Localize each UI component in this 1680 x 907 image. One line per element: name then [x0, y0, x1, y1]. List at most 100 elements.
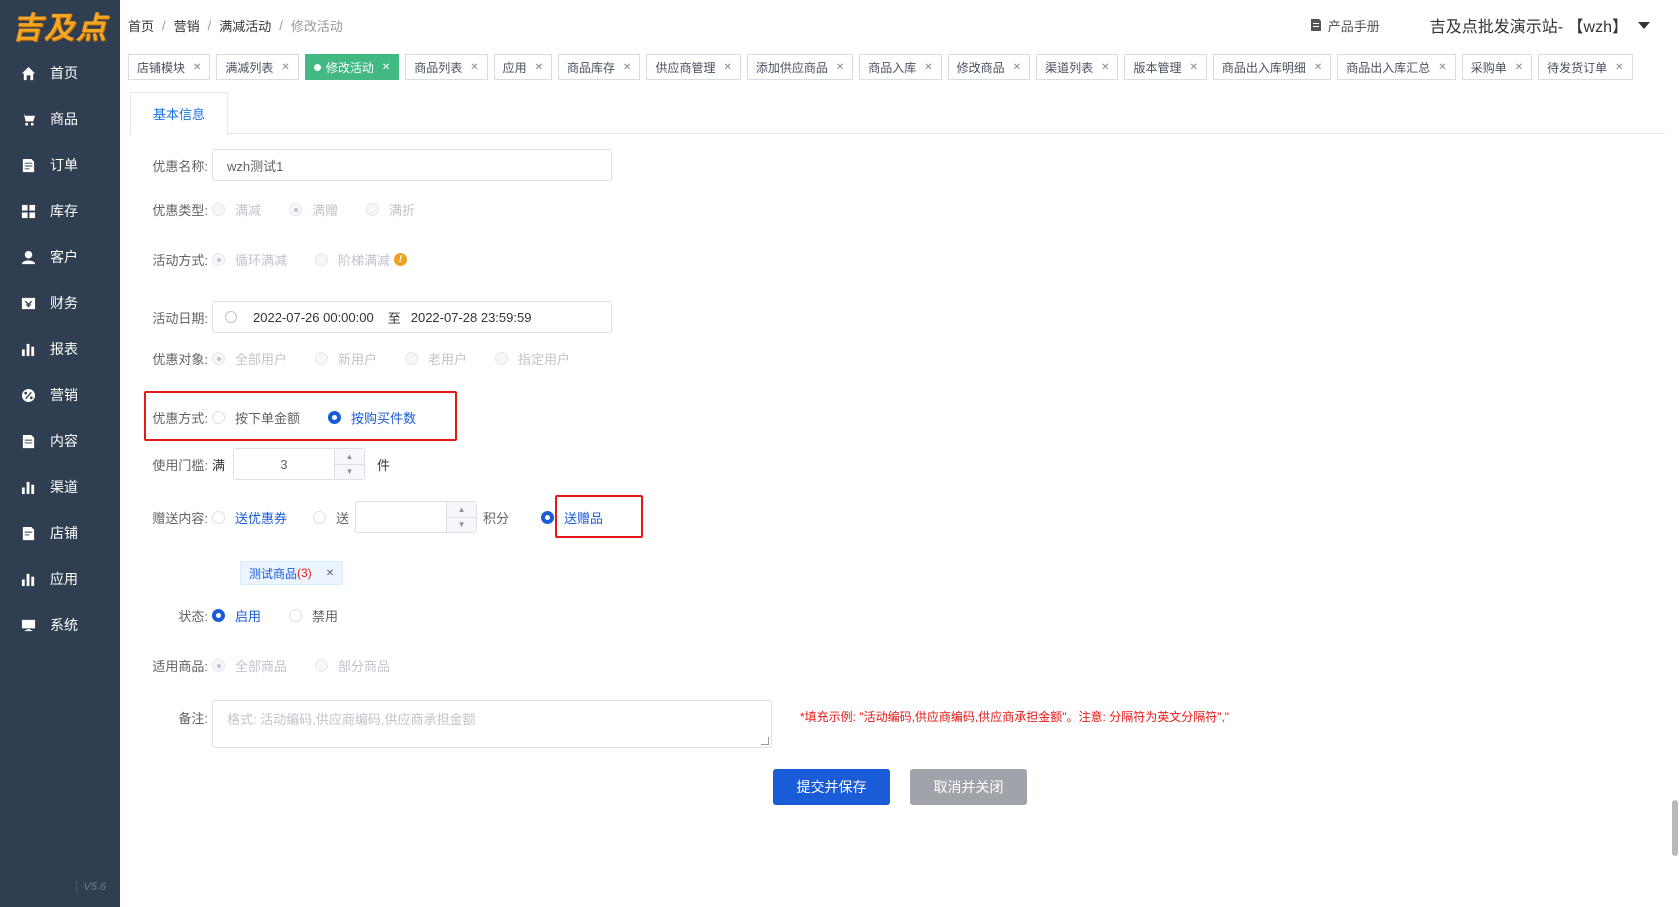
- breadcrumb-home[interactable]: 首页: [128, 16, 154, 35]
- radio-target-new[interactable]: 新用户: [315, 349, 377, 368]
- sidebar-item-system[interactable]: 系统: [0, 602, 120, 648]
- sidebar-item-orders[interactable]: 订单: [0, 142, 120, 188]
- stepper-up-icon[interactable]: ▲: [447, 502, 477, 518]
- tab-apps[interactable]: 应用 ✕: [493, 54, 553, 80]
- version-label: V5.6: [76, 881, 106, 893]
- tab-promotion-list[interactable]: 满减列表 ✕: [216, 54, 299, 80]
- close-icon[interactable]: ✕: [1515, 62, 1523, 73]
- gift-goods-tag[interactable]: 测试商品 (3) ✕: [240, 561, 344, 585]
- radio-method-amount[interactable]: 按下单金额: [212, 408, 300, 427]
- radio-target-old[interactable]: 老用户: [405, 349, 467, 368]
- radio-status-disabled[interactable]: 禁用: [289, 606, 338, 625]
- sidebar-item-label: 客户: [50, 249, 78, 265]
- active-dot-icon: [313, 63, 321, 71]
- tab-goods-list[interactable]: 商品列表 ✕: [405, 54, 488, 80]
- sidebar-item-store[interactable]: 店铺: [0, 510, 120, 556]
- cancel-close-button[interactable]: 取消并关闭: [910, 769, 1027, 805]
- tab-purchase-order[interactable]: 采购单 ✕: [1461, 54, 1533, 80]
- breadcrumb-promotion[interactable]: 满减活动: [219, 16, 271, 35]
- sidebar-item-home[interactable]: 首页: [0, 50, 120, 96]
- radio-scope-partial[interactable]: 部分商品: [315, 656, 390, 675]
- info-icon[interactable]: !: [394, 253, 408, 266]
- site-user-menu[interactable]: 吉及点批发演示站- 【wzh】: [1430, 13, 1650, 37]
- tab-channel-list[interactable]: 渠道列表 ✕: [1036, 54, 1119, 80]
- close-icon[interactable]: ✕: [723, 62, 731, 73]
- sidebar-item-reports[interactable]: 报表: [0, 326, 120, 372]
- sidebar-item-marketing[interactable]: 营销: [0, 372, 120, 418]
- sidebar-item-apps[interactable]: 应用: [0, 556, 120, 602]
- row-mode: 活动方式: 循环满减 阶梯满减!: [130, 250, 435, 269]
- close-icon[interactable]: ✕: [1615, 62, 1623, 73]
- tab-version-mgmt[interactable]: 版本管理 ✕: [1124, 54, 1207, 80]
- sidebar-item-channels[interactable]: 渠道: [0, 464, 120, 510]
- sidebar-item-inventory[interactable]: 库存: [0, 188, 120, 234]
- close-icon[interactable]: ✕: [924, 62, 932, 73]
- close-icon[interactable]: ✕: [382, 62, 390, 73]
- close-icon[interactable]: ✕: [326, 568, 334, 579]
- tab-edit-goods[interactable]: 修改商品 ✕: [947, 54, 1031, 80]
- radio-method-quantity[interactable]: 按购买件数: [328, 408, 416, 427]
- tab-store-module[interactable]: 店铺模块 ✕: [128, 54, 211, 80]
- close-icon[interactable]: ✕: [1314, 62, 1322, 73]
- radio-target-specified[interactable]: 指定用户: [495, 349, 570, 368]
- close-icon[interactable]: ✕: [193, 62, 201, 73]
- radio-target-all[interactable]: 全部用户: [212, 349, 287, 368]
- close-icon[interactable]: ✕: [1013, 62, 1021, 73]
- sidebar-nav: 首页 商品 订单 库存 客户 财务 报表 营销 内容 渠道 店铺 应用 系统: [0, 50, 120, 648]
- store-icon: [20, 525, 36, 541]
- tab-edit-activity[interactable]: 修改活动 ✕: [304, 54, 400, 80]
- stepper-down-icon[interactable]: ▼: [447, 518, 476, 533]
- remark-textarea[interactable]: 格式: 活动编码,供应商编码,供应商承担金额: [212, 700, 772, 748]
- row-date: 活动日期: 2022-07-26 00:00:00 至 2022-07-28 2…: [130, 301, 612, 333]
- sidebar-item-label: 店铺: [50, 525, 78, 541]
- product-manual-link[interactable]: 产品手册: [1310, 16, 1380, 35]
- radio-type-discount[interactable]: 满折: [366, 200, 415, 219]
- close-icon[interactable]: ✕: [1438, 62, 1446, 73]
- tab-pending-shipment[interactable]: 待发货订单 ✕: [1538, 54, 1633, 80]
- close-icon[interactable]: ✕: [1101, 62, 1109, 73]
- close-icon[interactable]: ✕: [535, 62, 543, 73]
- close-icon[interactable]: ✕: [281, 62, 289, 73]
- sidebar-item-label: 渠道: [50, 479, 78, 495]
- user-icon: [20, 249, 36, 265]
- grid-icon: [20, 203, 36, 219]
- submit-save-button[interactable]: 提交并保存: [773, 769, 890, 805]
- logo[interactable]: 吉及点: [0, 0, 120, 50]
- stepper-up-icon[interactable]: ▲: [335, 449, 365, 465]
- breadcrumb-marketing[interactable]: 营销: [174, 16, 200, 35]
- close-icon[interactable]: ✕: [836, 62, 844, 73]
- radio-type-reduce[interactable]: 满减: [212, 200, 261, 219]
- sidebar-item-finance[interactable]: 财务: [0, 280, 120, 326]
- row-name: 优惠名称: wzh测试1: [130, 149, 612, 181]
- scrollbar[interactable]: [1672, 800, 1678, 856]
- points-stepper[interactable]: ▲ ▼: [355, 501, 478, 533]
- sidebar-item-customers[interactable]: 客户: [0, 234, 120, 280]
- radio-mode-cyclic[interactable]: 循环满减: [212, 250, 287, 269]
- close-icon[interactable]: ✕: [1189, 62, 1197, 73]
- close-icon[interactable]: ✕: [470, 62, 478, 73]
- radio-gift-coupon[interactable]: 送优惠券: [212, 508, 287, 527]
- stepper-down-icon[interactable]: ▼: [335, 465, 364, 480]
- subtab-basic-info[interactable]: 基本信息: [130, 92, 228, 135]
- radio-status-enabled[interactable]: 启用: [212, 606, 261, 625]
- tab-stock-summary[interactable]: 商品出入库汇总 ✕: [1337, 54, 1456, 80]
- promotion-name-input[interactable]: wzh测试1: [212, 149, 612, 181]
- tab-stock-detail[interactable]: 商品出入库明细 ✕: [1212, 54, 1332, 80]
- radio-type-gift[interactable]: 满赠: [289, 200, 338, 219]
- row-method: 优惠方式: 按下单金额 按购买件数: [130, 408, 444, 427]
- tab-goods-stock[interactable]: 商品库存 ✕: [558, 54, 641, 80]
- threshold-stepper[interactable]: 3 ▲ ▼: [233, 448, 366, 480]
- tab-goods-inbound[interactable]: 商品入库 ✕: [859, 54, 942, 80]
- tab-add-supplier-goods[interactable]: 添加供应商品 ✕: [746, 54, 854, 80]
- date-range-picker[interactable]: 2022-07-26 00:00:00 至 2022-07-28 23:59:5…: [212, 301, 612, 333]
- close-icon[interactable]: ✕: [623, 62, 631, 73]
- radio-gift-goods[interactable]: 送赠品: [541, 508, 603, 527]
- sidebar-item-goods[interactable]: 商品: [0, 96, 120, 142]
- sidebar-item-content[interactable]: 内容: [0, 418, 120, 464]
- radio-gift-points[interactable]: 送: [313, 508, 349, 527]
- percent-icon: [20, 387, 36, 403]
- radio-mode-tiered[interactable]: 阶梯满减!: [315, 250, 408, 269]
- resize-grip-icon[interactable]: [761, 737, 769, 745]
- tab-supplier-mgmt[interactable]: 供应商管理 ✕: [646, 54, 741, 80]
- radio-scope-all[interactable]: 全部商品: [212, 656, 287, 675]
